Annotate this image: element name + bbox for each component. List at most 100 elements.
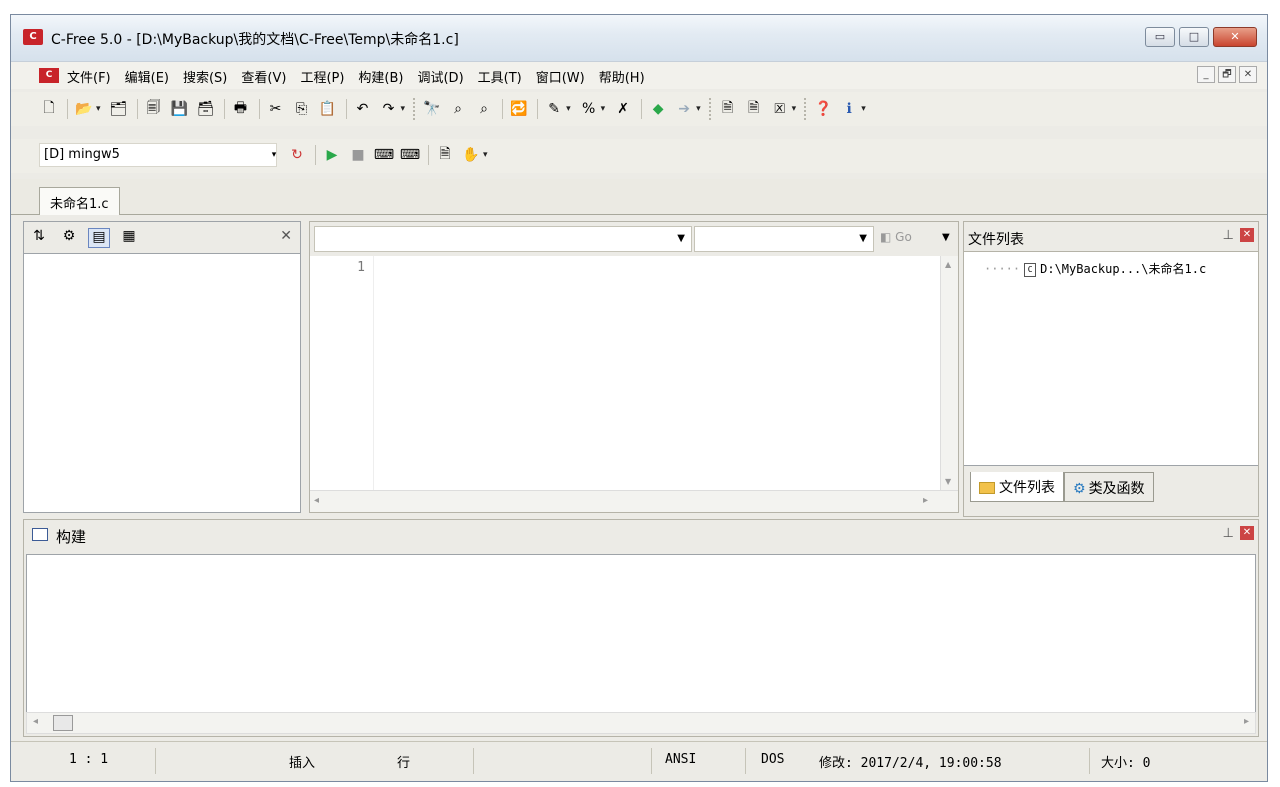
paste-icon[interactable]: 📋 — [318, 99, 338, 119]
hand-icon[interactable]: ✋ — [461, 145, 481, 165]
window-controls: ▭ □ ✕ — [1141, 27, 1257, 47]
menu-debug[interactable]: 调试(D) — [417, 67, 463, 86]
new-file-icon[interactable]: 🗋 — [39, 99, 59, 119]
build-hscroll[interactable]: ◂ ▸ — [26, 712, 1256, 734]
class-icon[interactable]: ⚙ — [58, 228, 80, 248]
comment-icon[interactable]: % — [579, 99, 599, 119]
scroll-right-icon[interactable]: ▸ — [923, 495, 928, 506]
build-icon[interactable]: ⌨ — [400, 145, 420, 165]
compiler-dropdown-icon[interactable]: ▾ — [269, 143, 279, 167]
replace-icon[interactable]: 🔁 — [509, 99, 529, 119]
properties-icon[interactable]: ▦ — [118, 228, 140, 248]
panel-close-icon[interactable]: ✕ — [280, 228, 292, 244]
scroll-left-icon[interactable]: ◂ — [33, 716, 38, 727]
scroll-down-icon[interactable]: ▼ — [945, 477, 951, 486]
maximize-button[interactable]: □ — [1179, 27, 1209, 47]
menu-bar: C 文件(F) 编辑(E) 搜索(S) 查看(V) 工程(P) 构建(B) 调试… — [11, 62, 1267, 89]
go-dropdown-icon[interactable]: ▼ — [942, 232, 950, 243]
editor-hscroll[interactable]: ◂ ▸ — [310, 490, 958, 512]
cursor-position: 1 : 1 — [69, 752, 109, 767]
mdi-minimize-button[interactable]: _ — [1197, 66, 1215, 83]
status-bar: 1 : 1 插入 行 ANSI DOS 修改: 2017/2/4, 19:00:… — [11, 741, 1267, 781]
menu-view[interactable]: 查看(V) — [241, 67, 286, 86]
tab-untitled1[interactable]: 未命名1.c — [39, 187, 120, 215]
stop-icon[interactable]: ■ — [348, 145, 368, 165]
compiler-select[interactable]: [D] mingw5 — [39, 143, 277, 167]
menu-file[interactable]: 文件(F) — [67, 67, 111, 86]
menu-build[interactable]: 构建(B) — [358, 67, 403, 86]
file-tree: ····· C D:\MyBackup...\未命名1.c — [964, 252, 1258, 466]
uncomment-icon[interactable]: ✗ — [613, 99, 633, 119]
sort-icon[interactable]: ⇅ — [28, 228, 50, 248]
build-output[interactable] — [26, 554, 1256, 718]
line-ending: DOS — [761, 752, 785, 767]
minimize-button[interactable]: ▭ — [1145, 27, 1175, 47]
file-list-title: 文件列表 — [968, 232, 1024, 248]
chevron-down-icon: ▼ — [677, 233, 685, 244]
main-toolbar: 🗋 📂 ▾ 🗂 🗐 💾 🗃 🖶 ✂ ⎘ 📋 ↶ ↷ ▾ 🔭 ⌕ ⌕ 🔁 ✎ ▾ … — [11, 92, 1267, 126]
scope-select[interactable]: ▼ — [314, 226, 692, 252]
find-icon[interactable]: 🔭 — [422, 99, 442, 119]
redo-icon[interactable]: ↷ — [379, 99, 399, 119]
menu-tools[interactable]: 工具(T) — [478, 67, 522, 86]
editor-vscroll[interactable]: ▲ ▼ — [940, 256, 958, 490]
build-panel: 构建 ⊥ ✕ ◂ ▸ — [23, 519, 1259, 737]
file-list-panel: 文件列表 ⊥ ✕ ····· C D:\MyBackup...\未命名1.c 文件列… — [963, 221, 1259, 517]
forward-icon[interactable]: ➔ — [674, 99, 694, 119]
save-icon[interactable]: 💾 — [170, 99, 190, 119]
tab-file-list[interactable]: 文件列表 — [970, 472, 1064, 502]
save-all-icon[interactable]: 🗃 — [196, 99, 216, 119]
bookmark-icon[interactable]: ✎ — [544, 99, 564, 119]
close-button[interactable]: ✕ — [1213, 27, 1257, 47]
open-folder-icon[interactable]: 📂 — [74, 99, 94, 119]
app-logo-icon: C — [23, 29, 43, 45]
function-select[interactable]: ▼ — [694, 226, 874, 252]
build-log-icon[interactable]: 🗎 — [435, 145, 455, 165]
panel-close-icon[interactable]: ✕ — [1240, 526, 1254, 540]
back-icon[interactable]: ◆ — [648, 99, 668, 119]
build-toolbar: [D] mingw5 ▾ ↻ ▶ ■ ⌨ ⌨ 🗎 ✋ ▾ — [11, 139, 1267, 173]
scroll-up-icon[interactable]: ▲ — [945, 260, 951, 269]
pin-icon[interactable]: ⊥ — [1223, 228, 1234, 243]
compile-icon[interactable]: ⌨ — [374, 145, 394, 165]
undo-icon[interactable]: ↶ — [353, 99, 373, 119]
help-icon[interactable]: ❓ — [813, 99, 833, 119]
panel-close-icon[interactable]: ✕ — [1240, 228, 1254, 242]
menu-logo-icon[interactable]: C — [39, 68, 59, 83]
title-bar[interactable]: C C-Free 5.0 - [D:\MyBackup\我的文档\C-Free\… — [11, 15, 1267, 62]
cut-icon[interactable]: ✂ — [266, 99, 286, 119]
menu-help[interactable]: 帮助(H) — [599, 67, 645, 86]
redo-dropdown-icon[interactable]: ▾ — [401, 104, 406, 114]
menu-window[interactable]: 窗口(W) — [536, 67, 585, 86]
rebuild-icon[interactable]: ↻ — [287, 145, 307, 165]
menu-edit[interactable]: 编辑(E) — [125, 67, 169, 86]
info-icon[interactable]: ℹ — [839, 99, 859, 119]
run-icon[interactable]: ▶ — [322, 145, 342, 165]
doc-export-icon[interactable]: 🗎 — [744, 99, 764, 119]
scroll-left-icon[interactable]: ◂ — [314, 495, 319, 506]
tab-classes-functions[interactable]: ⚙ 类及函数 — [1064, 472, 1154, 502]
go-button[interactable]: ◧ Go — [880, 230, 912, 244]
mdi-close-button[interactable]: ✕ — [1239, 66, 1257, 83]
scroll-right-icon[interactable]: ▸ — [1244, 716, 1249, 727]
menu-items: 文件(F) 编辑(E) 搜索(S) 查看(V) 工程(P) 构建(B) 调试(D… — [67, 67, 659, 86]
copy-icon[interactable]: ⎘ — [292, 99, 312, 119]
open-dropdown-icon[interactable]: ▾ — [96, 104, 101, 114]
tree-item-file[interactable]: ····· C D:\MyBackup...\未命名1.c — [984, 260, 1206, 277]
pin-icon[interactable]: ⊥ — [1223, 526, 1234, 541]
mdi-restore-button[interactable]: 🗗 — [1218, 66, 1236, 83]
find-prev-icon[interactable]: ⌕ — [474, 99, 494, 119]
doc-icon[interactable]: 🗎 — [718, 99, 738, 119]
doc-close-icon[interactable]: 🗵 — [770, 99, 790, 119]
list-view-icon[interactable]: ▤ — [88, 228, 110, 248]
code-editor: ▼ ▼ ◧ Go ▼ 1 ▲ ▼ ◂ ▸ — [309, 221, 959, 513]
menu-search[interactable]: 搜索(S) — [183, 67, 227, 86]
toolbar-separator — [67, 99, 68, 119]
scroll-thumb[interactable] — [53, 715, 73, 731]
menu-project[interactable]: 工程(P) — [300, 67, 344, 86]
open-project-icon[interactable]: 🗂 — [109, 99, 129, 119]
build-output-icon — [32, 528, 48, 541]
print-icon[interactable]: 🖶 — [231, 99, 251, 119]
find-next-icon[interactable]: ⌕ — [448, 99, 468, 119]
close-file-icon[interactable]: 🗐 — [144, 99, 164, 119]
